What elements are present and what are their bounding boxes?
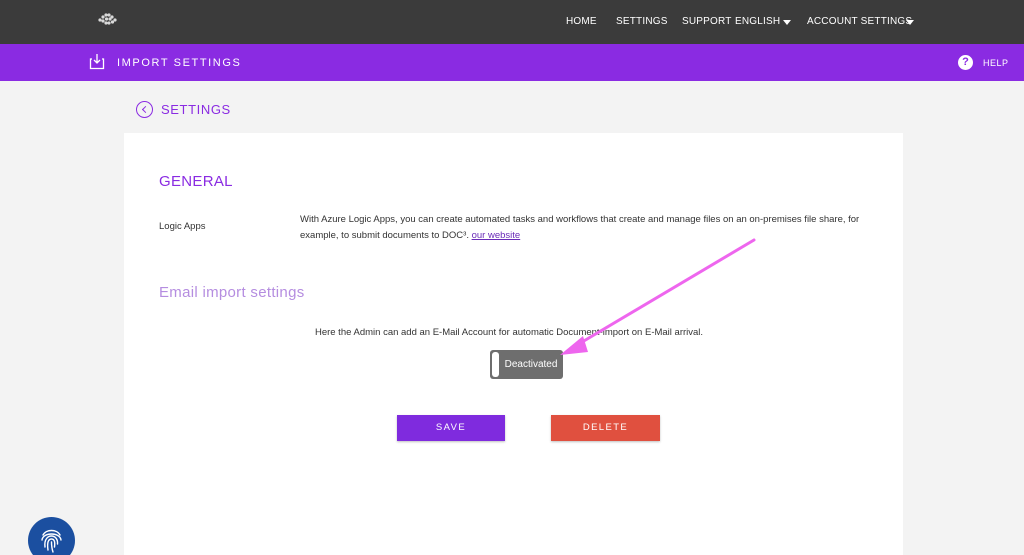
chevron-down-icon — [783, 20, 791, 25]
toggle-knob — [492, 352, 499, 377]
help-icon[interactable]: ? — [958, 55, 973, 70]
fingerprint-icon — [41, 529, 62, 553]
help-link[interactable]: HELP — [983, 58, 1009, 68]
website-link[interactable]: our website — [472, 230, 521, 241]
nav-settings[interactable]: SETTINGS — [616, 16, 668, 27]
save-button[interactable]: SAVE — [397, 415, 505, 441]
language-select[interactable]: ENGLISH — [735, 16, 780, 27]
settings-card — [124, 133, 903, 555]
chevron-down-icon — [906, 20, 914, 25]
nav-support[interactable]: SUPPORT — [682, 16, 732, 27]
email-section-title: Email import settings — [159, 284, 305, 301]
back-to-settings-link[interactable]: SETTINGS — [161, 102, 231, 117]
delete-button[interactable]: DELETE — [551, 415, 660, 441]
logic-apps-label: Logic Apps — [159, 221, 206, 232]
logic-apps-text: With Azure Logic Apps, you can create au… — [300, 214, 860, 241]
email-import-toggle[interactable]: Deactivated — [490, 350, 563, 379]
nav-home[interactable]: HOME — [566, 16, 597, 27]
toggle-state-label: Deactivated — [504, 359, 558, 370]
general-section-title: GENERAL — [159, 173, 233, 190]
logo-icon — [98, 13, 117, 25]
fingerprint-button[interactable] — [28, 517, 75, 555]
logic-apps-description: With Azure Logic Apps, you can create au… — [300, 212, 870, 244]
email-import-description: Here the Admin can add an E-Mail Account… — [314, 327, 704, 338]
account-settings-menu[interactable]: ACCOUNT SETTINGS — [807, 16, 912, 27]
back-arrow-icon[interactable] — [136, 101, 153, 118]
page-title: IMPORT SETTINGS — [117, 57, 242, 69]
import-icon — [89, 54, 105, 70]
